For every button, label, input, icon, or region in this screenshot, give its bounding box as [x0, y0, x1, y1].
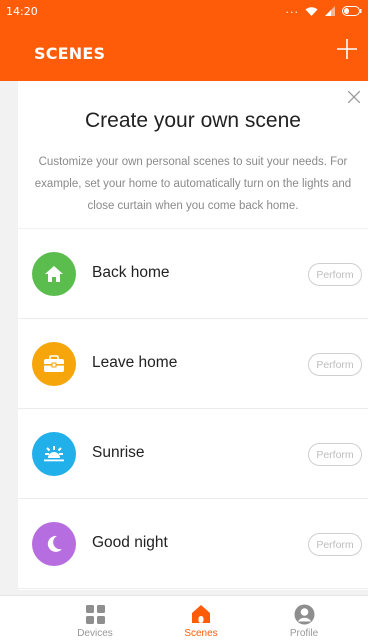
moon-icon: [32, 522, 76, 566]
perform-button[interactable]: Perform: [308, 533, 362, 556]
scene-name: Leave home: [92, 354, 178, 371]
tab-label: Profile: [289, 628, 319, 639]
status-bar: 14:20 ...: [0, 0, 368, 22]
home-icon: [32, 252, 76, 296]
battery-icon: [342, 6, 362, 16]
perform-button[interactable]: Perform: [308, 263, 362, 286]
user-icon: [293, 603, 315, 625]
scene-item-leave-home[interactable]: Leave home Perform: [18, 319, 368, 409]
add-scene-button[interactable]: [332, 36, 362, 66]
create-scene-card: Create your own scene Customize your own…: [18, 81, 368, 228]
tab-scenes[interactable]: Scenes: [156, 596, 246, 641]
scene-name: Sunrise: [92, 444, 145, 461]
tab-label: Devices: [77, 628, 113, 639]
scene-name: Back home: [92, 264, 170, 281]
tab-devices[interactable]: Devices: [50, 596, 140, 641]
grid-icon: [84, 603, 106, 625]
close-icon: [347, 88, 361, 107]
promo-title: Create your own scene: [85, 109, 301, 132]
sunrise-icon: [32, 432, 76, 476]
perform-button[interactable]: Perform: [308, 443, 362, 466]
more-dots-icon: ...: [285, 2, 299, 16]
status-icons: ...: [286, 3, 363, 19]
status-time: 14:20: [6, 5, 38, 18]
scene-list: Back home Perform Leave home Perform Sun…: [18, 229, 368, 590]
promo-description: Customize your own personal scenes to su…: [34, 156, 352, 212]
wifi-icon: [305, 6, 318, 17]
close-promo-button[interactable]: [344, 87, 364, 107]
briefcase-icon: [32, 342, 76, 386]
scene-item-sunrise[interactable]: Sunrise Perform: [18, 409, 368, 499]
bottom-tab-bar: Devices Scenes Profile: [0, 595, 368, 641]
tab-profile[interactable]: Profile: [259, 596, 349, 641]
app-header: 14:20 ... SCENES: [0, 0, 368, 81]
scene-item-good-night[interactable]: Good night Perform: [18, 499, 368, 589]
perform-button[interactable]: Perform: [308, 353, 362, 376]
scene-name: Good night: [92, 534, 168, 551]
page-title: SCENES: [34, 44, 106, 63]
tab-label: Scenes: [184, 628, 218, 639]
scene-item-back-home[interactable]: Back home Perform: [18, 229, 368, 319]
plus-icon: [337, 39, 357, 63]
home-icon: [190, 603, 212, 625]
signal-icon: [324, 6, 336, 16]
